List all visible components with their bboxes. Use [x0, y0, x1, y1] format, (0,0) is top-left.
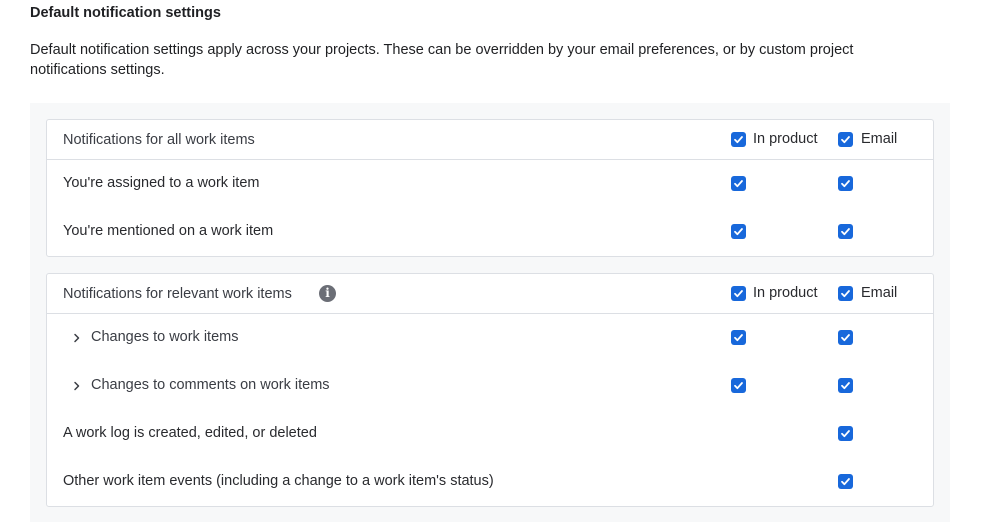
page-description: Default notification settings apply acro…	[30, 42, 854, 78]
setting-label: Other work item events (including a chan…	[63, 473, 494, 489]
email-column-label: Email	[861, 131, 898, 147]
chevron-right-icon[interactable]	[72, 333, 82, 343]
setting-label: Changes to work items	[91, 329, 239, 345]
setting-label: You're mentioned on a work item	[63, 223, 274, 239]
section-header: Notifications for all work items In prod…	[47, 120, 933, 160]
email-column-label: Email	[861, 285, 898, 301]
email-checkbox[interactable]	[838, 474, 853, 489]
in-product-column-label: In product	[753, 131, 818, 147]
setting-row: Other work item events (including a chan…	[47, 458, 933, 506]
in-product-column-label: In product	[753, 285, 818, 301]
info-icon[interactable]: i	[319, 285, 336, 302]
setting-row: You're assigned to a work item	[47, 160, 933, 208]
setting-label: Changes to comments on work items	[91, 377, 330, 393]
email-checkbox[interactable]	[838, 378, 853, 393]
setting-row-expandable[interactable]: Changes to work items	[47, 314, 933, 362]
in-product-checkbox[interactable]	[731, 176, 746, 191]
section-header: Notifications for relevant work items i …	[47, 274, 933, 314]
header-email-checkbox[interactable]	[838, 132, 853, 147]
setting-row: A work log is created, edited, or delete…	[47, 410, 933, 458]
email-checkbox[interactable]	[838, 224, 853, 239]
header-in-product-checkbox[interactable]	[731, 132, 746, 147]
in-product-checkbox[interactable]	[731, 378, 746, 393]
setting-label: A work log is created, edited, or delete…	[63, 425, 317, 441]
setting-row-expandable[interactable]: Changes to comments on work items	[47, 362, 933, 410]
notification-settings-panel: Notifications for all work items In prod…	[30, 103, 950, 522]
section-title: Notifications for relevant work items	[63, 286, 292, 302]
section-title: Notifications for all work items	[63, 132, 255, 148]
section-all-work-items: Notifications for all work items In prod…	[46, 119, 934, 257]
email-checkbox[interactable]	[838, 176, 853, 191]
header-email-checkbox[interactable]	[838, 286, 853, 301]
email-checkbox[interactable]	[838, 330, 853, 345]
page-title: Default notification settings	[30, 5, 221, 21]
in-product-checkbox[interactable]	[731, 330, 746, 345]
section-relevant-work-items: Notifications for relevant work items i …	[46, 273, 934, 507]
email-checkbox[interactable]	[838, 426, 853, 441]
setting-label: You're assigned to a work item	[63, 175, 260, 191]
header-in-product-checkbox[interactable]	[731, 286, 746, 301]
in-product-checkbox[interactable]	[731, 224, 746, 239]
setting-row: You're mentioned on a work item	[47, 208, 933, 256]
chevron-right-icon[interactable]	[72, 381, 82, 391]
